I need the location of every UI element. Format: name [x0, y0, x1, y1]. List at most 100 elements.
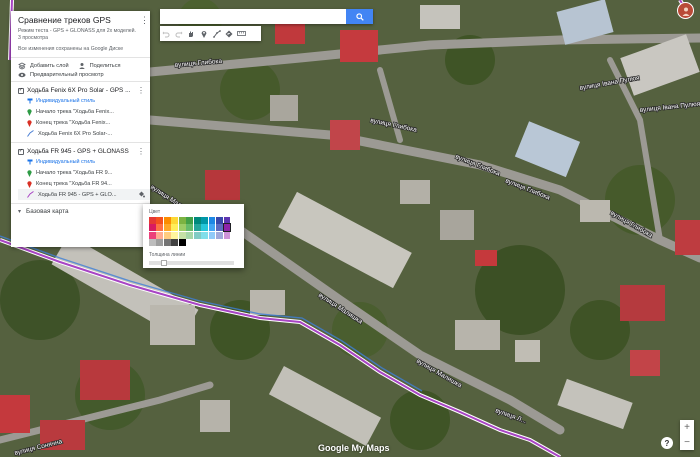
color-swatch[interactable] — [216, 231, 223, 239]
search-icon — [355, 12, 364, 21]
map-title[interactable]: Сравнение треков GPS — [18, 15, 143, 25]
account-avatar[interactable] — [677, 2, 694, 19]
feature-item[interactable]: Конец трека "Ходьба FR 94... — [27, 178, 145, 189]
color-swatch[interactable] — [201, 224, 208, 232]
color-label: Цвет — [149, 209, 161, 215]
feature-label: Конец трека "Ходьба Fenix... — [36, 119, 111, 126]
style-popup: Цвет Толщина линии — [143, 204, 244, 268]
draw-line-button[interactable] — [210, 26, 223, 41]
color-swatch[interactable] — [156, 231, 164, 239]
feature-label: Начало трека "Ходьба Fenix... — [36, 108, 114, 115]
color-swatch[interactable] — [149, 231, 156, 239]
layer-style-label: Индивидуальный стиль — [36, 159, 96, 165]
red-pin-icon — [27, 180, 32, 188]
directions-button[interactable] — [223, 26, 236, 41]
color-swatch[interactable] — [163, 239, 171, 247]
add-layer-icon — [18, 62, 26, 70]
color-swatch[interactable] — [193, 231, 201, 239]
color-swatch[interactable] — [186, 231, 194, 239]
layer-options-icon[interactable]: ⋮ — [137, 147, 145, 156]
green-pin-icon — [27, 169, 32, 177]
route-icon — [225, 30, 233, 37]
layer-name[interactable]: Ходьба Fenix 6X Pro Solar - GPS ... — [27, 87, 134, 94]
base-map-row[interactable]: ▾ Базовая карта — [11, 204, 150, 219]
color-swatch[interactable] — [156, 224, 164, 232]
color-swatch[interactable] — [216, 224, 223, 232]
layer-checkbox[interactable]: ✓ — [18, 87, 24, 94]
color-swatch[interactable] — [201, 231, 208, 239]
select-button[interactable] — [185, 26, 198, 41]
map-description[interactable]: Режим теста - GPS + GLONASS для 2х модел… — [18, 28, 143, 41]
layer-style-label: Индивидуальный стиль — [36, 98, 96, 104]
slider-handle[interactable] — [161, 260, 167, 267]
green-pin-icon — [27, 108, 32, 116]
feature-label: Конец трека "Ходьба FR 94... — [36, 180, 112, 187]
feature-item[interactable]: Начало трека "Ходьба FR 9... — [27, 167, 145, 178]
paint-bucket-icon[interactable] — [138, 191, 145, 198]
undo-icon — [162, 31, 170, 37]
panel-header: Сравнение треков GPS Режим теста - GPS +… — [11, 11, 150, 58]
color-swatch[interactable] — [208, 217, 216, 224]
google-my-maps-logo: Google My Maps — [318, 443, 390, 453]
map-options-icon[interactable]: ⋮ — [140, 15, 149, 25]
color-swatch[interactable] — [186, 224, 194, 232]
line-thickness-slider[interactable] — [149, 260, 234, 267]
feature-item-selected[interactable]: Ходьба FR 945 - GPS + GLO... — [18, 189, 150, 200]
color-swatch[interactable] — [223, 217, 231, 224]
feature-item[interactable]: Ходьба Fenix 6X Pro Solar-... — [27, 128, 145, 139]
color-swatch[interactable] — [178, 224, 186, 232]
color-swatch[interactable] — [171, 217, 179, 224]
color-swatch[interactable] — [178, 239, 186, 247]
feature-item[interactable]: Начало трека "Ходьба Fenix... — [27, 106, 145, 117]
color-swatch[interactable] — [193, 217, 201, 224]
zoom-out-button[interactable]: − — [680, 435, 694, 450]
red-pin-icon — [27, 119, 32, 127]
color-swatch[interactable] — [193, 224, 201, 232]
paint-roller-icon — [27, 98, 33, 104]
undo-button[interactable] — [160, 26, 173, 41]
color-swatch[interactable] — [216, 217, 223, 224]
color-swatch[interactable] — [178, 217, 186, 224]
color-swatch[interactable] — [186, 217, 194, 224]
color-swatch[interactable] — [149, 224, 156, 232]
marker-icon — [201, 30, 207, 38]
feature-label: Ходьба FR 945 - GPS + GLO... — [38, 191, 117, 198]
color-swatch[interactable] — [223, 231, 231, 239]
redo-button[interactable] — [173, 26, 186, 41]
add-marker-button[interactable] — [198, 26, 211, 41]
color-swatch[interactable] — [171, 239, 179, 247]
ruler-icon — [237, 31, 247, 36]
zoom-control: + − — [680, 420, 694, 450]
color-swatch[interactable] — [149, 239, 156, 247]
layer-style-link[interactable]: Индивидуальный стиль — [27, 157, 145, 167]
color-swatch[interactable] — [201, 217, 208, 224]
layer-checkbox[interactable]: ✓ — [18, 148, 24, 155]
color-swatch[interactable] — [163, 231, 171, 239]
layer-style-link[interactable]: Индивидуальный стиль — [27, 96, 145, 106]
search-button[interactable] — [346, 9, 373, 24]
color-swatch[interactable] — [163, 217, 171, 224]
line-thickness-label: Толщина линии — [149, 252, 186, 259]
layer-name[interactable]: Ходьба FR 945 - GPS + GLONASS — [27, 148, 134, 155]
color-swatch[interactable] — [171, 231, 179, 239]
color-swatch[interactable] — [222, 223, 232, 233]
color-swatch[interactable] — [163, 224, 171, 232]
color-swatch[interactable] — [156, 239, 164, 247]
eye-icon — [18, 71, 26, 79]
line-path-icon — [27, 191, 34, 198]
zoom-in-button[interactable]: + — [680, 420, 694, 435]
color-swatch[interactable] — [156, 217, 164, 224]
preview-button[interactable]: Предварительный просмотр — [30, 72, 104, 78]
color-swatch[interactable] — [208, 224, 216, 232]
share-button[interactable]: Поделиться — [90, 63, 121, 69]
help-button[interactable]: ? — [661, 437, 673, 449]
layer-options-icon[interactable]: ⋮ — [137, 86, 145, 95]
feature-item[interactable]: Конец трека "Ходьба Fenix... — [27, 117, 145, 128]
color-swatch[interactable] — [149, 217, 156, 224]
color-swatch[interactable] — [171, 224, 179, 232]
search-input[interactable] — [160, 9, 346, 24]
add-layer-button[interactable]: Добавить слой — [30, 63, 69, 69]
color-swatch[interactable] — [178, 231, 186, 239]
measure-button[interactable] — [236, 26, 249, 41]
color-swatch[interactable] — [208, 231, 216, 239]
